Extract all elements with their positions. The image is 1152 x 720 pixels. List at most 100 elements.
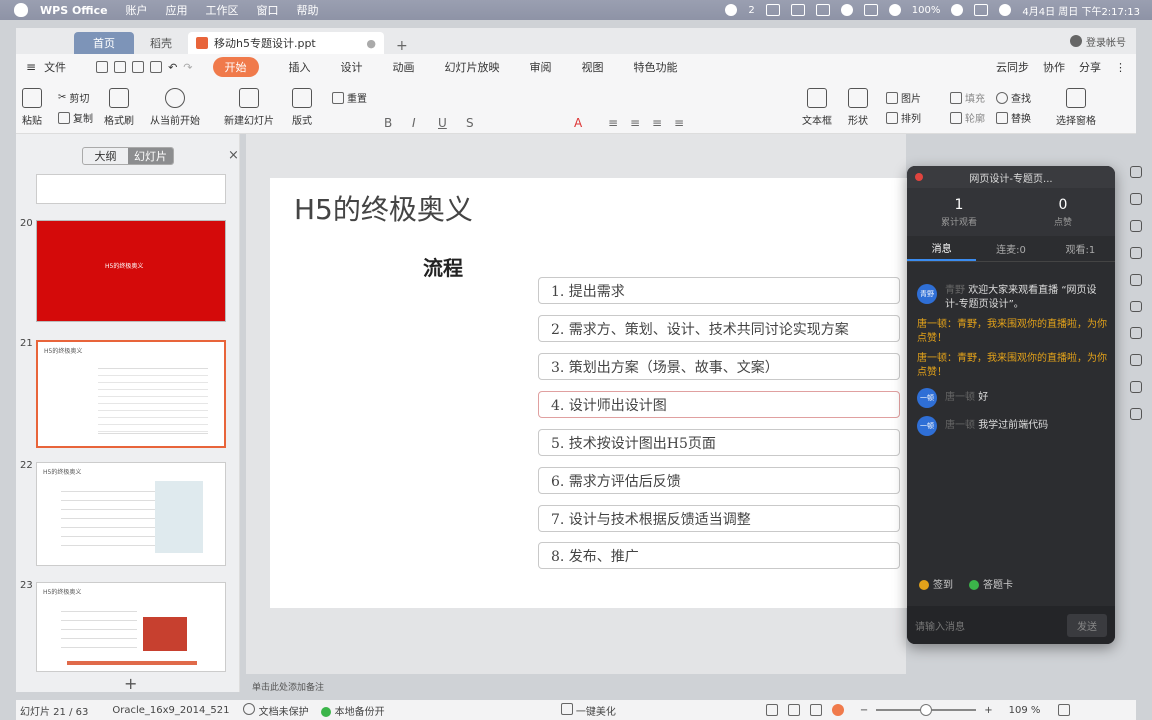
step-box[interactable]: 7. 设计与技术根据反馈适当调整 bbox=[538, 505, 900, 532]
zoom-level[interactable]: 109 % bbox=[1009, 705, 1041, 716]
control-center-icon[interactable] bbox=[974, 4, 989, 16]
apple-icon[interactable] bbox=[14, 3, 28, 17]
tab-mic[interactable]: 连麦:0 bbox=[976, 236, 1045, 261]
battery-level[interactable]: 100% bbox=[912, 5, 941, 16]
send-button[interactable]: 发送 bbox=[1067, 613, 1107, 637]
preview-icon[interactable] bbox=[150, 61, 163, 73]
backup-status[interactable]: 本地备份开 bbox=[320, 703, 385, 718]
tab-slides[interactable]: 幻灯片 bbox=[128, 148, 173, 164]
sorter-view-icon[interactable] bbox=[787, 704, 800, 716]
play-from-current-button[interactable]: 从当前开始 bbox=[150, 88, 200, 127]
star-icon[interactable] bbox=[1130, 300, 1142, 313]
status-app-icon[interactable] bbox=[725, 4, 738, 16]
protect-status[interactable]: 文档未保护 bbox=[243, 702, 309, 718]
shape-button[interactable]: 形状 bbox=[848, 88, 868, 127]
tab-home[interactable]: 首页 bbox=[74, 32, 134, 54]
slide-thumbnail[interactable] bbox=[36, 174, 226, 204]
step-box[interactable]: 8. 发布、推广 bbox=[538, 542, 900, 569]
slide-thumbnail[interactable]: H5的终极奥义 bbox=[36, 582, 226, 672]
reading-view-icon[interactable] bbox=[809, 704, 822, 716]
align-right-icon[interactable]: ≡ bbox=[652, 116, 662, 130]
tab-messages[interactable]: 消息 bbox=[907, 236, 977, 261]
image-icon[interactable] bbox=[1130, 381, 1142, 394]
answer-card-button[interactable]: 答题卡 bbox=[969, 576, 1013, 591]
justify-icon[interactable]: ≡ bbox=[674, 116, 684, 130]
bluetooth-icon[interactable] bbox=[888, 4, 901, 16]
redo-icon[interactable]: ↷ bbox=[183, 61, 192, 74]
close-icon[interactable] bbox=[915, 173, 923, 181]
menu-help[interactable]: 帮助 bbox=[297, 2, 319, 18]
find-button[interactable]: 查找 bbox=[996, 90, 1031, 105]
reset-button[interactable]: 重置 bbox=[332, 90, 367, 105]
chat-input[interactable]: 请输入消息 bbox=[915, 618, 965, 633]
new-slide-button[interactable]: 新建幻灯片 bbox=[224, 88, 274, 127]
more-icon[interactable]: ⋮ bbox=[1115, 61, 1126, 74]
close-icon[interactable]: × bbox=[228, 148, 239, 163]
zoom-slider-handle[interactable] bbox=[920, 704, 933, 716]
menu-view[interactable]: 视图 bbox=[582, 59, 604, 75]
layout-button[interactable]: 版式 bbox=[292, 88, 312, 127]
wps-icon[interactable] bbox=[765, 4, 780, 16]
font-color-icon[interactable]: A bbox=[574, 116, 582, 130]
replace-button[interactable]: 替换 bbox=[996, 110, 1031, 125]
share-button[interactable]: 分享 bbox=[1079, 59, 1101, 75]
step-box[interactable]: 4. 设计师出设计图 bbox=[538, 391, 900, 418]
menu-special[interactable]: 特色功能 bbox=[634, 59, 678, 75]
step-box[interactable]: 2. 需求方、策划、设计、技术共同讨论实现方案 bbox=[538, 315, 900, 342]
cut-button[interactable]: ✂ 剪切 bbox=[58, 90, 89, 105]
menu-workspace[interactable]: 工作区 bbox=[206, 2, 239, 18]
collaborate-button[interactable]: 协作 bbox=[1043, 59, 1065, 75]
zoom-in-icon[interactable]: + bbox=[984, 705, 992, 716]
add-slide-icon[interactable]: + bbox=[124, 674, 137, 693]
textbox-button[interactable]: 文本框 bbox=[802, 88, 832, 127]
step-box[interactable]: 3. 策划出方案（场景、故事、文案） bbox=[538, 353, 900, 380]
slide-thumbnail[interactable]: H5的终极奥义 bbox=[36, 340, 226, 448]
property-icon[interactable] bbox=[1130, 166, 1142, 178]
beautify-button[interactable]: 一键美化 bbox=[560, 702, 616, 718]
copy-button[interactable]: 复制 bbox=[58, 110, 93, 125]
step-box[interactable]: 6. 需求方评估后反馈 bbox=[538, 467, 900, 494]
slide-thumbnail[interactable]: H5的终极奥义 bbox=[36, 462, 226, 566]
step-box[interactable]: 5. 技术按设计图出H5页面 bbox=[538, 429, 900, 456]
close-icon[interactable]: ● bbox=[366, 37, 376, 50]
menu-insert[interactable]: 插入 bbox=[289, 59, 311, 75]
format-painter-button[interactable]: 格式刷 bbox=[104, 88, 134, 127]
bold-icon[interactable]: B bbox=[384, 116, 392, 130]
tab-viewers[interactable]: 观看:1 bbox=[1046, 236, 1115, 261]
hamburger-icon[interactable]: ≡ bbox=[26, 60, 36, 74]
history-icon[interactable] bbox=[1130, 354, 1142, 367]
shapes-icon[interactable] bbox=[1130, 192, 1142, 205]
input-method-icon[interactable] bbox=[863, 4, 878, 16]
menu-design[interactable]: 设计 bbox=[341, 59, 363, 75]
menu-account[interactable]: 账户 bbox=[126, 2, 148, 18]
zoom-out-icon[interactable]: − bbox=[860, 705, 868, 716]
wifi-icon[interactable] bbox=[951, 4, 964, 16]
normal-view-icon[interactable] bbox=[765, 704, 778, 716]
slide-title[interactable]: H5的终极奥义 bbox=[294, 188, 473, 228]
save-icon[interactable] bbox=[114, 61, 127, 73]
adjust-icon[interactable] bbox=[1130, 327, 1142, 340]
user-account[interactable]: 登录帐号 bbox=[1070, 34, 1126, 49]
search-icon[interactable] bbox=[999, 4, 1012, 16]
tab-outline[interactable]: 大纲 bbox=[83, 148, 128, 164]
menu-window[interactable]: 窗口 bbox=[257, 2, 279, 18]
step-box[interactable]: 1. 提出需求 bbox=[538, 277, 900, 304]
fill-button[interactable]: 填充 bbox=[950, 90, 985, 105]
italic-icon[interactable]: I bbox=[412, 116, 416, 130]
home-icon[interactable] bbox=[790, 4, 805, 16]
menu-animation[interactable]: 动画 bbox=[393, 59, 415, 75]
window-icon[interactable] bbox=[815, 4, 830, 16]
outline-button[interactable]: 轮廓 bbox=[950, 110, 985, 125]
menu-review[interactable]: 审阅 bbox=[530, 59, 552, 75]
settings-icon[interactable] bbox=[1130, 246, 1142, 259]
sign-in-button[interactable]: 签到 bbox=[919, 576, 953, 591]
app-name[interactable]: WPS Office bbox=[40, 4, 108, 17]
arrange-button[interactable]: 排列 bbox=[886, 110, 921, 125]
play-slideshow-icon[interactable] bbox=[831, 704, 844, 716]
align-center-icon[interactable]: ≡ bbox=[630, 116, 640, 130]
menu-slideshow[interactable]: 幻灯片放映 bbox=[445, 59, 500, 75]
clock[interactable]: 4月4日 周日 下午2:17:13 bbox=[1022, 3, 1140, 18]
new-tab-button[interactable]: + bbox=[386, 38, 418, 54]
slide-thumbnail[interactable]: H5的终极奥义 bbox=[36, 220, 226, 322]
layers-icon[interactable] bbox=[1130, 273, 1142, 286]
